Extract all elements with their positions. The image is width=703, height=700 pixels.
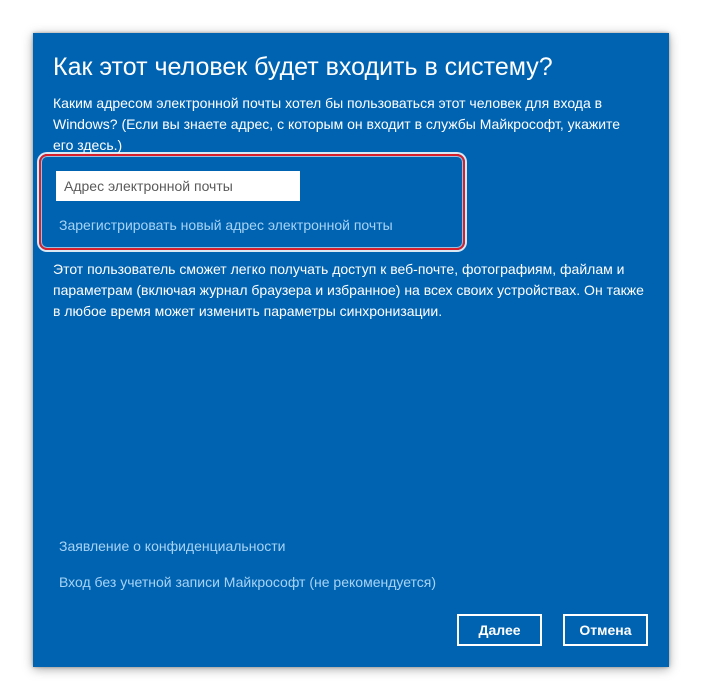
sign-in-without-microsoft-account-link[interactable]: Вход без учетной записи Майкрософт (не р… — [59, 574, 436, 590]
next-button[interactable]: Далее — [457, 614, 542, 646]
account-setup-dialog: Как этот человек будет входить в систему… — [33, 33, 669, 667]
email-input[interactable] — [56, 171, 300, 201]
privacy-statement-link[interactable]: Заявление о конфиденциальности — [59, 538, 285, 554]
dialog-title: Как этот человек будет входить в систему… — [53, 53, 553, 81]
sync-info-text: Этот пользователь сможет легко получать … — [53, 261, 644, 319]
cancel-button[interactable]: Отмена — [563, 614, 648, 646]
register-new-email-link[interactable]: Зарегистрировать новый адрес электронной… — [59, 217, 393, 233]
dialog-description: Каким адресом электронной почты хотел бы… — [53, 95, 621, 153]
highlight-frame — [39, 154, 465, 250]
